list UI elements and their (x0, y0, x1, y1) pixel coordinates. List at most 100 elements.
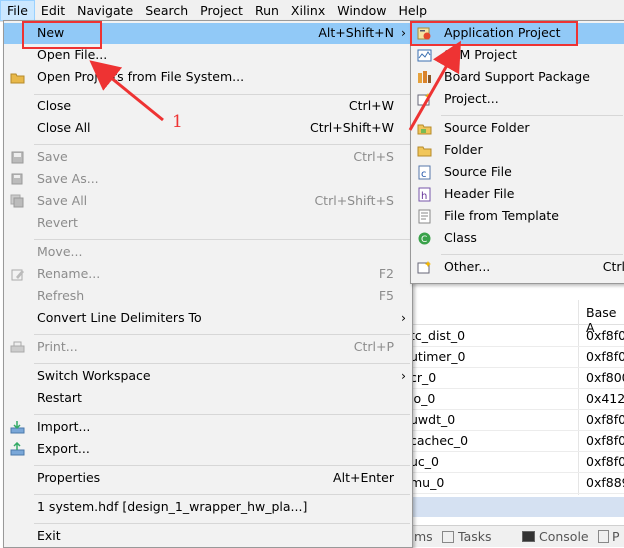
menu-item-label: 1 system.hdf [design_1_wrapper_hw_pla...… (37, 499, 308, 514)
table-row[interactable]: uc_0 0xf8f0 (400, 451, 624, 473)
menu-separator (34, 523, 410, 524)
menu-item-label: Board Support Package (444, 69, 590, 84)
file-template-icon (418, 209, 431, 224)
menu-item-exit[interactable]: Exit (4, 526, 412, 547)
menu-item-print[interactable]: Print... Ctrl+P (4, 337, 412, 358)
new-submenu: Application Project SPM Project Board Su… (410, 20, 624, 284)
menu-separator (441, 254, 623, 255)
menu-item-label: Source Folder (444, 120, 530, 135)
menu-window[interactable]: Window (331, 0, 392, 21)
tab-console[interactable]: Console (539, 529, 589, 544)
menu-separator (34, 494, 410, 495)
menu-item-export[interactable]: Export... (4, 439, 412, 460)
menu-file[interactable]: File (0, 0, 35, 21)
menu-item-label: Header File (444, 186, 515, 201)
menu-item-label: Class (444, 230, 477, 245)
save-all-icon (10, 194, 24, 208)
menu-item-folder[interactable]: Folder (411, 140, 624, 161)
shortcut-label: Alt+Enter (333, 470, 394, 485)
menu-item-refresh[interactable]: Refresh F5 (4, 286, 412, 307)
menu-item-properties[interactable]: Properties Alt+Enter (4, 468, 412, 489)
shortcut-label: Ctrl+P (353, 339, 394, 354)
tab-properties[interactable]: P (612, 529, 620, 544)
table-row[interactable]: utimer_0 0xf8f0 (400, 346, 624, 368)
menu-item-source-file[interactable]: c Source File (411, 162, 624, 183)
menu-item-open-projects[interactable]: Open Projects from File System... (4, 67, 412, 88)
file-menu: New Alt+Shift+N › Open File... Open Proj… (3, 20, 413, 548)
menu-item-project[interactable]: Project... (411, 89, 624, 110)
table-row[interactable]: mu_0 0xf889 (400, 472, 624, 494)
menu-separator (34, 334, 410, 335)
menu-item-recent-file[interactable]: 1 system.hdf [design_1_wrapper_hw_pla...… (4, 497, 412, 518)
cell-name: tc_dist_0 (410, 328, 466, 343)
editor-tab-strip (400, 497, 624, 517)
menu-search[interactable]: Search (139, 0, 194, 21)
new-project-icon (417, 93, 431, 106)
menu-item-source-folder[interactable]: Source Folder (411, 118, 624, 139)
table-header: Base A (400, 302, 624, 335)
highlight-box-application-project (410, 21, 578, 46)
spm-project-icon (417, 49, 432, 62)
bsp-icon (418, 71, 431, 83)
menu-edit[interactable]: Edit (35, 0, 71, 21)
menu-separator (34, 239, 410, 240)
menu-item-switch-workspace[interactable]: Switch Workspace › (4, 366, 412, 387)
menu-item-label: Exit (37, 528, 61, 543)
menu-project[interactable]: Project (194, 0, 249, 21)
menu-item-label: Export... (37, 441, 90, 456)
menu-separator (441, 115, 623, 116)
menu-item-label: Import... (37, 419, 91, 434)
annotation-step-number: 1 (172, 112, 183, 132)
cell-address: 0xf889 (586, 475, 624, 490)
cell-address: 0xf8f0 (586, 433, 624, 448)
menu-item-file-from-template[interactable]: File from Template (411, 206, 624, 227)
menu-xilinx[interactable]: Xilinx (285, 0, 331, 21)
menu-item-close-all[interactable]: Close All Ctrl+Shift+W (4, 118, 412, 139)
menu-item-save-all[interactable]: Save All Ctrl+Shift+S (4, 191, 412, 212)
save-as-icon (11, 173, 23, 185)
folder-icon (417, 146, 432, 157)
table-row[interactable]: cr_0 0xf800 (400, 367, 624, 389)
cell-address: 0xf800 (586, 370, 624, 385)
shortcut-label: Ctrl+W (348, 98, 394, 113)
menu-item-label: Source File (444, 164, 512, 179)
menu-help[interactable]: Help (393, 0, 434, 21)
menu-item-label: Convert Line Delimiters To (37, 310, 202, 325)
view-tab-bar: ms Tasks Console P (400, 525, 624, 547)
menu-item-revert[interactable]: Revert (4, 213, 412, 234)
menu-item-label: Revert (37, 215, 78, 230)
menu-item-label: File from Template (444, 208, 559, 223)
table-row[interactable]: tc_dist_0 0xf8f0 (400, 325, 624, 347)
menu-item-move[interactable]: Move... (4, 242, 412, 263)
menu-navigate[interactable]: Navigate (71, 0, 139, 21)
menu-item-class[interactable]: C Class (411, 228, 624, 249)
table-row[interactable]: cachec_0 0xf8f0 (400, 430, 624, 452)
menu-bar: File Edit Navigate Search Project Run Xi… (0, 0, 624, 22)
table-row[interactable]: io_0 0x4120 (400, 388, 624, 410)
class-icon: C (418, 232, 431, 245)
menu-item-convert-line-delimiters[interactable]: Convert Line Delimiters To › (4, 308, 412, 329)
menu-item-label: Other... (444, 259, 491, 274)
menu-separator (34, 144, 410, 145)
menu-item-label: Properties (37, 470, 101, 485)
export-icon (10, 442, 25, 456)
table-row[interactable]: uwdt_0 0xf8f0 (400, 409, 624, 431)
shortcut-label: Alt+Shift+N (318, 25, 394, 40)
tab-tasks[interactable]: Tasks (458, 529, 492, 544)
menu-item-close[interactable]: Close Ctrl+W (4, 96, 412, 117)
menu-item-header-file[interactable]: h Header File (411, 184, 624, 205)
menu-run[interactable]: Run (249, 0, 285, 21)
menu-item-board-support-package[interactable]: Board Support Package (411, 67, 624, 88)
svg-text:c: c (421, 169, 427, 180)
menu-item-restart[interactable]: Restart (4, 388, 412, 409)
menu-item-rename[interactable]: Rename... F2 (4, 264, 412, 285)
menu-item-import[interactable]: Import... (4, 417, 412, 438)
menu-item-save-as[interactable]: Save As... (4, 169, 412, 190)
menu-item-other[interactable]: Other... Ctrl (411, 257, 624, 278)
menu-item-spm-project[interactable]: SPM Project (411, 45, 624, 66)
cell-name: uc_0 (410, 454, 439, 469)
cell-address: 0xf8f0 (586, 349, 624, 364)
menu-item-save[interactable]: Save Ctrl+S (4, 147, 412, 168)
tab-problems[interactable]: ms (414, 529, 433, 544)
import-icon (10, 421, 25, 434)
